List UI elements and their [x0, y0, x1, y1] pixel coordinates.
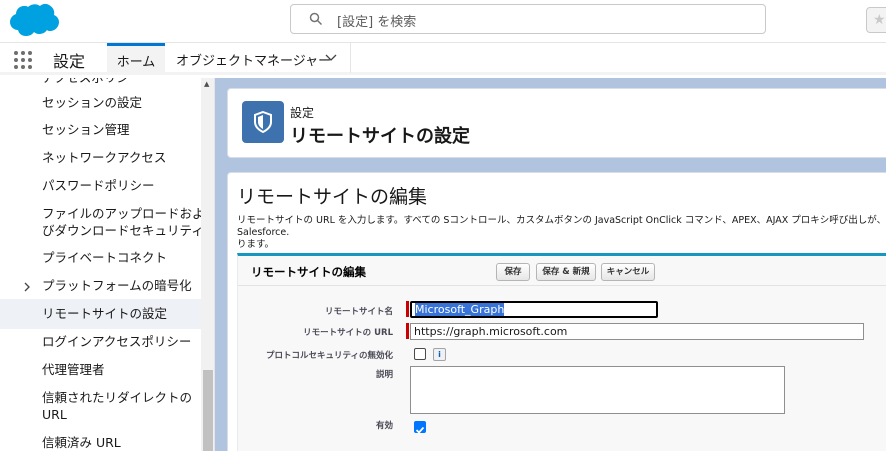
- edit-description: リモートサイトの URL を入力します。すべての Sコントロール、カスタムボタン…: [237, 215, 886, 251]
- disable-protocol-security-checkbox[interactable]: [414, 348, 426, 360]
- remote-site-name-value: Microsoft_Graph: [415, 303, 505, 316]
- shield-icon: [254, 111, 272, 133]
- sidebar-item-login-access-policy[interactable]: ログインアクセスポリシー: [42, 333, 191, 351]
- app-name: 設定: [53, 52, 86, 71]
- page-title: リモートサイトの設定: [290, 126, 470, 147]
- info-icon[interactable]: i: [433, 348, 446, 361]
- remote-site-url-label: リモートサイトの URL: [303, 328, 393, 338]
- required-marker: [406, 301, 409, 317]
- page-header-icon-tile: [242, 101, 284, 143]
- cancel-button[interactable]: キャンセル: [601, 263, 655, 281]
- sidebar-item-remote-site-settings[interactable]: リモートサイトの設定: [42, 305, 167, 323]
- sidebar-item-access-policy[interactable]: アクセスポリシー: [42, 78, 141, 87]
- save-button[interactable]: 保存: [496, 263, 530, 281]
- description-textarea[interactable]: [410, 366, 785, 414]
- save-new-button[interactable]: 保存 & 新規: [536, 263, 596, 281]
- remote-site-name-input[interactable]: Microsoft_Graph: [410, 301, 658, 318]
- disable-protocol-security-label: プロトコルセキュリティの無効化: [266, 351, 393, 361]
- global-search-input[interactable]: [設定] を検索: [290, 4, 766, 34]
- sidebar-item-session-settings[interactable]: セッションの設定: [42, 94, 142, 112]
- sidebar-item-private-connect[interactable]: プライベートコネクト: [42, 249, 167, 267]
- active-checkbox[interactable]: [414, 421, 426, 434]
- sidebar-item-trusted-redirect-line2[interactable]: URL: [42, 406, 67, 424]
- active-label: 有効: [375, 421, 393, 431]
- sidebar-item-session-management[interactable]: セッション管理: [42, 121, 130, 139]
- sidebar-item-file-upload-security-line2[interactable]: びダウンロードセキュリティ: [42, 222, 204, 240]
- description-label: 説明: [375, 370, 393, 380]
- sidebar-item-platform-encryption[interactable]: プラットフォームの暗号化: [42, 277, 192, 295]
- global-header: [設定] を検索 ★: [0, 0, 886, 42]
- sidebar-item-delegated-admin[interactable]: 代理管理者: [42, 361, 105, 379]
- page-header-card: 設定 リモートサイトの設定: [227, 88, 886, 158]
- sidebar-item-password-policy[interactable]: パスワードポリシー: [42, 177, 155, 195]
- search-icon: [309, 12, 323, 26]
- search-placeholder: [設定] を検索: [337, 15, 417, 30]
- tab-object-manager-label: オブジェクトマネージャー: [176, 54, 332, 69]
- chevron-down-icon[interactable]: [325, 51, 337, 63]
- breadcrumb[interactable]: 設定: [290, 104, 314, 121]
- page-block-title: リモートサイトの編集: [251, 265, 366, 279]
- checkmark-icon: [415, 426, 425, 434]
- remote-site-name-label: リモートサイト名: [324, 307, 393, 317]
- sidebar-item-network-access[interactable]: ネットワークアクセス: [42, 149, 166, 167]
- sidebar-item-file-upload-security-line1[interactable]: ファイルのアップロードおよ: [42, 205, 205, 223]
- chevron-right-icon[interactable]: [22, 282, 32, 292]
- scroll-up-arrow-icon[interactable]: ▲: [204, 80, 209, 88]
- setup-sidebar: アクセスポリシー セッションの設定 セッション管理 ネットワークアクセス パスワ…: [0, 78, 215, 451]
- sidebar-item-trusted-redirect-line1[interactable]: 信頼されたリダイレクトの: [42, 389, 192, 407]
- remote-site-url-input[interactable]: https://graph.microsoft.com: [410, 323, 864, 340]
- app-nav-bar: 設定 ホーム オブジェクトマネージャー: [0, 42, 886, 75]
- tab-home[interactable]: ホーム: [107, 43, 165, 73]
- edit-description-line2: ります。: [237, 239, 275, 250]
- sidebar-item-trusted-urls[interactable]: 信頼済み URL: [42, 434, 121, 451]
- edit-page-block: リモートサイトの編集 保存 保存 & 新規 キャンセル リモートサイト名 Mic…: [237, 253, 886, 451]
- required-marker: [406, 323, 409, 339]
- edit-description-line1: リモートサイトの URL を入力します。すべての Sコントロール、カスタムボタン…: [237, 215, 886, 238]
- star-icon: ★: [873, 12, 886, 28]
- salesforce-logo-icon[interactable]: [6, 3, 60, 39]
- favorites-button[interactable]: ★: [866, 7, 886, 33]
- main-content: 設定 リモートサイトの設定 リモートサイトの編集 リモートサイトの URL を入…: [215, 78, 886, 451]
- sidebar-scroll-thumb[interactable]: [203, 370, 213, 451]
- edit-title: リモートサイトの編集: [237, 186, 428, 208]
- page-block-header: リモートサイトの編集 保存 保存 & 新規 キャンセル: [238, 256, 886, 286]
- app-launcher-icon[interactable]: [14, 51, 32, 69]
- edit-card: リモートサイトの編集 リモートサイトの URL を入力します。すべての Sコント…: [227, 172, 886, 451]
- tab-object-manager[interactable]: オブジェクトマネージャー: [165, 43, 351, 73]
